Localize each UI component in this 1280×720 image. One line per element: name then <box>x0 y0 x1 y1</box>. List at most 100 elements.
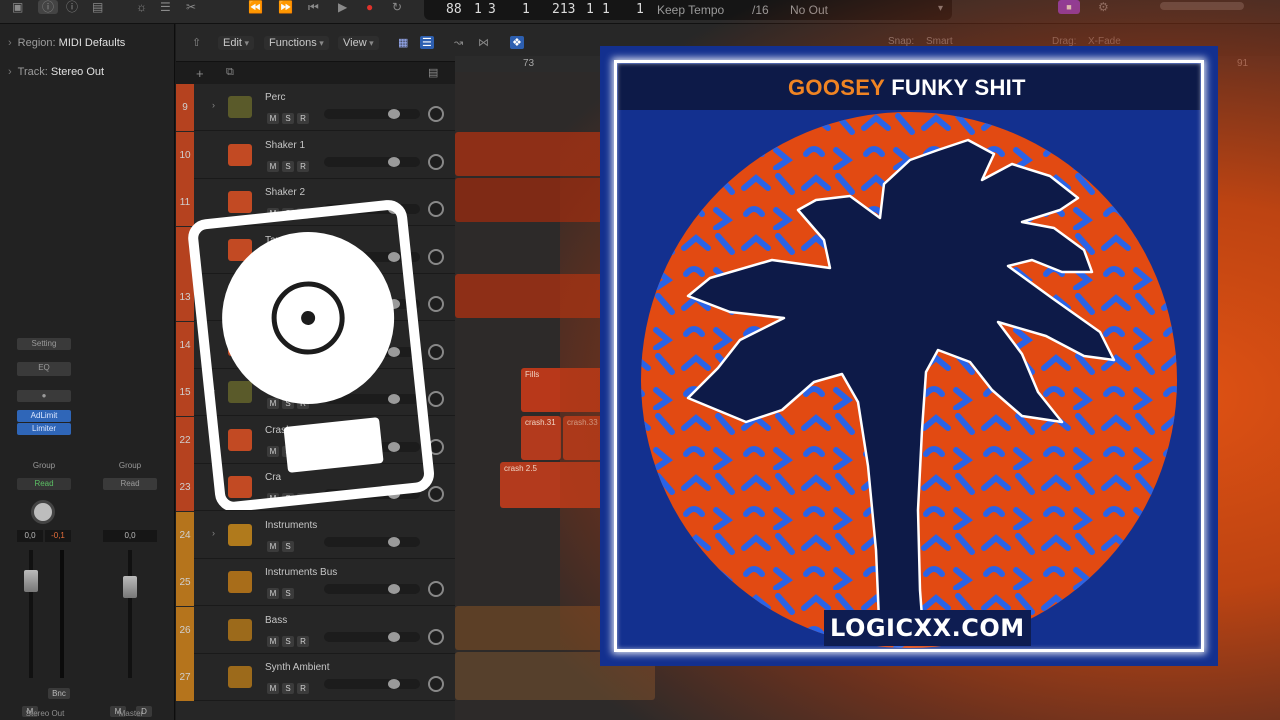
link-icon[interactable]: ● <box>17 390 71 402</box>
mute-button[interactable]: M <box>267 683 279 694</box>
pan-knob[interactable] <box>31 500 55 524</box>
track-row[interactable]: 24 › Instruments M S <box>176 511 455 559</box>
lcd-display[interactable]: 88 1 3 1 213 1 1 1 Keep Tempo /16 No Out… <box>424 0 952 20</box>
functions-menu[interactable]: Functions <box>264 36 329 50</box>
volume-slider-thumb[interactable] <box>388 109 400 119</box>
view-menu[interactable]: View <box>338 36 379 50</box>
setting-button[interactable]: Setting <box>17 338 71 350</box>
record-icon[interactable]: ● <box>366 0 373 14</box>
solo-button[interactable]: S <box>282 540 294 552</box>
inspector: › Region: MIDI Defaults › Track: Stereo Ou… <box>0 24 175 720</box>
region-crash-31[interactable]: crash.31 <box>521 416 561 460</box>
region-crash-33[interactable]: crash.33 <box>563 416 603 460</box>
fast-forward-icon[interactable]: ⏩ <box>278 0 293 14</box>
record-button[interactable]: R <box>297 635 309 647</box>
track-inspector-header[interactable]: › Track: Stereo Out <box>8 61 104 83</box>
track-name[interactable]: Shaker 1 <box>265 140 305 151</box>
automation-mode[interactable]: Read <box>17 478 71 490</box>
track-row[interactable]: 26 Bass M S R <box>176 606 455 654</box>
volume-fader[interactable] <box>24 570 38 592</box>
editors-icon[interactable]: ✂ <box>186 0 196 14</box>
bounce-button[interactable]: Bnc <box>48 688 70 699</box>
group-slot[interactable]: Group <box>17 460 71 472</box>
volume-fader[interactable] <box>123 576 137 598</box>
smart-controls-icon[interactable]: ☼ <box>136 0 147 14</box>
volume-fader-track[interactable] <box>128 550 132 678</box>
track-row[interactable]: 10 Shaker 1 MSR <box>176 131 455 179</box>
track-name[interactable]: Bass <box>265 615 287 626</box>
volume-slider[interactable] <box>324 679 420 689</box>
grid-view-icon[interactable]: ▦ <box>398 36 408 49</box>
track-row[interactable]: 27 Synth Ambient M S R <box>176 654 455 701</box>
solo-button[interactable]: S <box>282 113 294 124</box>
pan-knob[interactable] <box>428 581 444 597</box>
play-icon[interactable]: ▶ <box>338 0 347 14</box>
group-slot[interactable]: Group <box>103 460 157 472</box>
volume-slider-thumb[interactable] <box>388 536 400 547</box>
back-icon[interactable]: ⇧ <box>192 36 201 49</box>
add-track-icon[interactable]: + <box>196 66 204 81</box>
region-inspector-header[interactable]: › Region: MIDI Defaults <box>8 32 125 54</box>
toolbar-icon[interactable]: ▤ <box>92 0 103 14</box>
region-label: crash.31 <box>525 418 556 427</box>
crossfade-icon[interactable]: ⋈ <box>478 36 489 49</box>
pan-knob[interactable] <box>428 153 444 170</box>
lcd-menu-icon[interactable]: ▾ <box>938 3 943 14</box>
global-tracks-icon[interactable]: ▤ <box>428 66 438 79</box>
list-editors-icon[interactable]: ⚙ <box>1098 0 1109 14</box>
mute-button[interactable]: M <box>267 540 279 552</box>
record-button[interactable]: R <box>297 683 309 694</box>
edit-menu[interactable]: Edit <box>218 36 254 50</box>
pan-knob[interactable] <box>428 106 444 122</box>
to-start-icon[interactable]: ⏮ <box>308 0 319 14</box>
volume-slider[interactable] <box>324 584 420 594</box>
volume-slider-thumb[interactable] <box>388 631 400 642</box>
solo-button[interactable]: S <box>282 683 294 694</box>
strip-name: Stereo Out <box>25 709 65 718</box>
disclosure-icon[interactable]: › <box>212 528 215 538</box>
volume-slider[interactable] <box>324 109 420 119</box>
mute-button[interactable]: M <box>267 113 279 124</box>
master-volume-slider[interactable] <box>1160 2 1244 10</box>
flex-icon[interactable]: ↝ <box>454 36 463 49</box>
track-name[interactable]: Shaker 2 <box>265 187 305 198</box>
eq-button[interactable]: EQ <box>17 362 71 376</box>
mute-button[interactable]: M <box>267 160 279 172</box>
volume-slider[interactable] <box>324 156 420 167</box>
track-name[interactable]: Perc <box>265 92 286 103</box>
solo-button[interactable]: S <box>282 588 294 599</box>
solo-button[interactable]: S <box>282 635 294 647</box>
catch-playhead-icon[interactable]: ❖ <box>510 36 524 49</box>
volume-slider[interactable] <box>324 536 420 547</box>
pan-knob[interactable] <box>428 628 444 645</box>
cycle-icon[interactable]: ↻ <box>392 0 402 14</box>
record-button[interactable]: R <box>297 160 309 172</box>
track-row[interactable]: 9 › Perc M S R <box>176 84 455 131</box>
insert-slot-1[interactable]: AdLimit <box>17 410 71 422</box>
solo-button[interactable]: S <box>282 160 294 172</box>
volume-slider-thumb[interactable] <box>388 679 400 689</box>
library-icon[interactable]: ▣ <box>12 0 23 14</box>
info-icon[interactable]: ⓘ <box>38 0 58 14</box>
help-icon[interactable]: ⓘ <box>66 0 78 14</box>
track-name[interactable]: Instruments <box>265 520 317 531</box>
mute-button[interactable]: M <box>267 588 279 599</box>
mixer-icon[interactable]: ☰ <box>160 0 171 14</box>
track-name[interactable]: Instruments Bus <box>265 567 337 578</box>
list-view-icon[interactable]: ☰ <box>420 36 434 49</box>
strip-name: Master <box>118 709 144 718</box>
track-name[interactable]: Synth Ambient <box>265 662 329 673</box>
pan-knob[interactable] <box>428 676 444 692</box>
mute-button[interactable]: M <box>267 635 279 647</box>
volume-slider-thumb[interactable] <box>388 584 400 594</box>
rewind-icon[interactable]: ⏪ <box>248 0 263 14</box>
duplicate-track-icon[interactable]: ⧉ <box>226 66 234 79</box>
record-button[interactable]: R <box>297 113 309 124</box>
track-buttons: MSR <box>267 631 312 647</box>
volume-slider-thumb[interactable] <box>388 156 400 167</box>
disclosure-icon[interactable]: › <box>212 100 215 110</box>
volume-slider[interactable] <box>324 631 420 642</box>
automation-mode[interactable]: Read <box>103 478 157 490</box>
insert-slot-2[interactable]: Limiter <box>17 423 71 435</box>
track-row[interactable]: 25 Instruments Bus M S <box>176 559 455 606</box>
